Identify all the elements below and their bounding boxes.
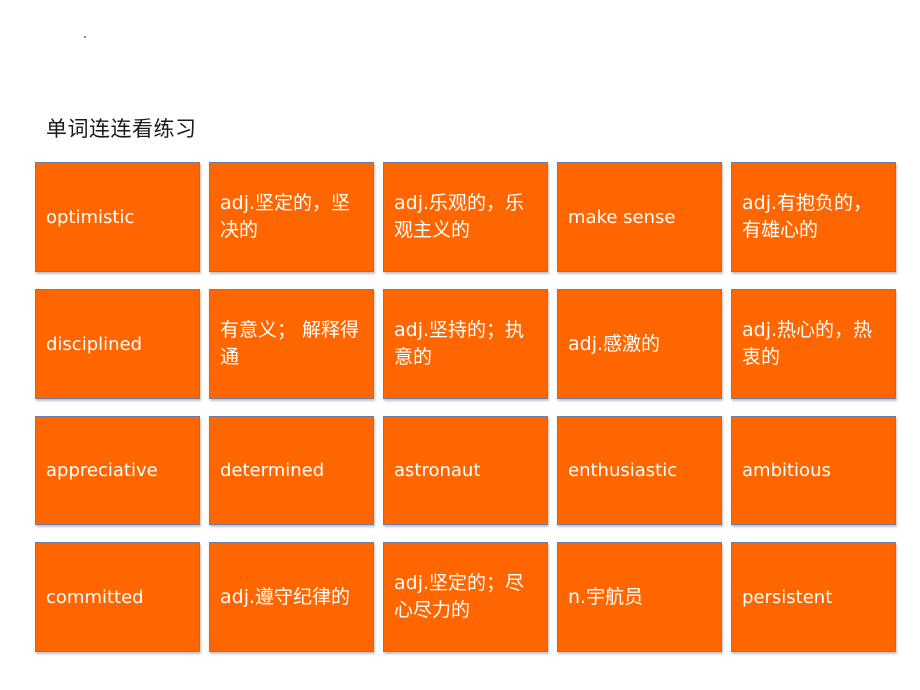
match-card-text: determined xyxy=(220,460,325,481)
page-title: 单词连连看练习 xyxy=(46,117,197,141)
match-card-text: enthusiastic xyxy=(568,460,678,481)
match-card-text: optimistic xyxy=(46,206,135,228)
match-card[interactable]: ambitious xyxy=(731,416,896,525)
match-card[interactable]: enthusiastic xyxy=(557,416,722,525)
match-card-text: n.宇航员 xyxy=(568,585,644,608)
match-card[interactable]: 有意义； 解释得通 xyxy=(209,289,374,399)
match-card-text: adj.坚定的，坚决的 xyxy=(220,192,351,241)
match-card[interactable]: adj.坚定的，坚决的 xyxy=(209,162,374,272)
match-card-text: persistent xyxy=(742,586,833,608)
match-card-text: 有意义； 解释得通 xyxy=(220,319,360,368)
match-card-text: adj.乐观的，乐观主义的 xyxy=(394,192,525,241)
matching-card-grid: optimistic adj.坚定的，坚决的 adj.乐观的，乐观主义的 mak… xyxy=(35,162,896,652)
match-card[interactable]: optimistic xyxy=(35,162,200,272)
match-card[interactable]: adj.感激的 xyxy=(557,289,722,399)
match-card[interactable]: determined xyxy=(209,416,374,525)
match-card-text: appreciative xyxy=(46,460,158,481)
match-card[interactable]: adj.乐观的，乐观主义的 xyxy=(383,162,548,272)
match-card-text: committed xyxy=(46,586,144,608)
match-card-text: adj.坚定的；尽心尽力的 xyxy=(394,572,525,621)
match-card-text: adj.有抱负的，有雄心的 xyxy=(742,192,873,241)
decorative-dot xyxy=(84,36,86,38)
match-card-text: adj.感激的 xyxy=(568,332,661,355)
match-card[interactable]: adj.坚定的；尽心尽力的 xyxy=(383,542,548,652)
match-card-text: adj.坚持的；执意的 xyxy=(394,319,525,368)
match-card-text: make sense xyxy=(568,206,676,228)
match-card-text: astronaut xyxy=(394,460,481,481)
match-card[interactable]: astronaut xyxy=(383,416,548,525)
match-card[interactable]: adj.坚持的；执意的 xyxy=(383,289,548,399)
match-card[interactable]: appreciative xyxy=(35,416,200,525)
match-card[interactable]: persistent xyxy=(731,542,896,652)
match-card-text: adj.热心的，热衷的 xyxy=(742,319,873,368)
match-card[interactable]: adj.热心的，热衷的 xyxy=(731,289,896,399)
match-card[interactable]: n.宇航员 xyxy=(557,542,722,652)
match-card[interactable]: disciplined xyxy=(35,289,200,399)
match-card-text: adj.遵守纪律的 xyxy=(220,585,351,608)
match-card-text: disciplined xyxy=(46,333,143,355)
match-card[interactable]: make sense xyxy=(557,162,722,272)
match-card[interactable]: adj.有抱负的，有雄心的 xyxy=(731,162,896,272)
match-card[interactable]: committed xyxy=(35,542,200,652)
match-card-text: ambitious xyxy=(742,460,831,481)
match-card[interactable]: adj.遵守纪律的 xyxy=(209,542,374,652)
